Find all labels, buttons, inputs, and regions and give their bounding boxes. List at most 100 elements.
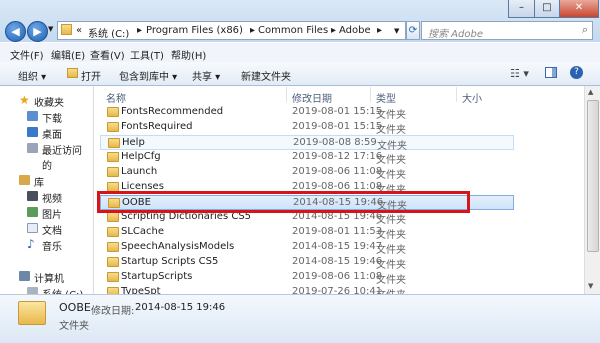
file-row[interactable]: TypeSpt 2019-07-26 10:41 文件夹 (100, 285, 514, 294)
nav-libraries[interactable]: 库 (0, 174, 90, 189)
chevron-right-icon[interactable]: ▸ (331, 25, 336, 36)
music-icon: ♪ (27, 237, 35, 251)
nav-recent[interactable]: 最近访问的 (0, 142, 90, 172)
video-icon (27, 191, 38, 201)
folder-icon (107, 152, 119, 162)
help-icon[interactable]: ? (570, 66, 583, 79)
back-arrow-icon[interactable]: ◀ (5, 21, 26, 42)
refresh-button[interactable]: ⟳ (406, 21, 420, 40)
details-date: 2014-08-15 19:46 (135, 302, 226, 313)
file-name: HelpCfg (121, 151, 161, 162)
file-date: 2019-07-26 10:41 (292, 286, 383, 294)
column-header-size[interactable]: 大小 (462, 90, 482, 105)
file-date: 2014-08-15 19:47 (292, 241, 383, 252)
preview-pane-icon[interactable] (545, 67, 557, 78)
menu-edit[interactable]: 编辑(E) (51, 47, 85, 62)
search-input[interactable]: 搜索 Adobe ⌕ (421, 21, 593, 40)
chevron-right-icon[interactable]: ▸ (377, 25, 382, 36)
nav-music[interactable]: ♪ 音乐 (0, 237, 90, 253)
download-icon (27, 111, 38, 121)
computer-icon (19, 271, 30, 281)
folder-icon (61, 24, 72, 35)
file-row[interactable]: SLCache 2019-08-01 11:53 文件夹 (100, 225, 514, 241)
library-icon (19, 175, 30, 185)
file-row[interactable]: HelpCfg 2019-08-12 17:16 文件夹 (100, 150, 514, 166)
menu-file[interactable]: 文件(F) (10, 47, 44, 62)
file-name: SpeechAnalysisModels (121, 241, 235, 252)
column-header-name[interactable]: 名称 (106, 90, 126, 105)
open-button[interactable]: 打开 (81, 68, 101, 83)
folder-icon (107, 227, 119, 237)
picture-icon (27, 207, 38, 217)
maximize-button[interactable]: □ (534, 0, 560, 18)
nav-videos[interactable]: 视频 (0, 190, 90, 205)
file-row[interactable]: SpeechAnalysisModels 2014-08-15 19:47 文件… (100, 240, 514, 256)
file-date: 2019-08-01 11:53 (292, 226, 383, 237)
file-name: Startup Scripts CS5 (121, 256, 219, 267)
folder-icon (107, 287, 119, 294)
close-button[interactable]: ✕ (559, 0, 599, 18)
file-type: 文件夹 (376, 245, 406, 256)
menu-tools[interactable]: 工具(T) (130, 47, 164, 62)
star-icon: ★ (19, 93, 30, 107)
share-button[interactable]: 共享 ▾ (192, 68, 220, 83)
folder-icon (107, 107, 119, 117)
file-row[interactable]: FontsRequired 2019-08-01 15:15 文件夹 (100, 120, 514, 136)
details-name: OOBE (59, 301, 91, 314)
column-divider[interactable] (456, 87, 457, 102)
breadcrumb-adobe[interactable]: Adobe (339, 25, 371, 36)
file-row[interactable]: Launch 2019-08-06 11:08 文件夹 (100, 165, 514, 181)
details-pane: OOBE 修改日期: 2014-08-15 19:46 文件夹 (0, 294, 600, 343)
view-options-icon[interactable]: ☷ ▾ (510, 67, 529, 80)
desktop-icon (27, 127, 38, 137)
file-row[interactable]: FontsRecommended 2019-08-01 15:15 文件夹 (100, 105, 514, 121)
navigation-pane: ★ 收藏夹 下载 桌面 最近访问的 库 视频 图片 文档 ♪ 音乐 计算机 系统… (0, 86, 94, 301)
file-date: 2019-08-01 15:15 (292, 106, 383, 117)
breadcrumb-common-files[interactable]: Common Files (258, 25, 328, 36)
file-row[interactable]: Help 2019-08-08 8:59 文件夹 (100, 135, 514, 152)
highlight-box (97, 191, 470, 213)
file-date: 2019-08-08 8:59 (293, 137, 377, 148)
folder-icon (107, 257, 119, 267)
new-folder-button[interactable]: 新建文件夹 (241, 68, 291, 83)
breadcrumb-system-c[interactable]: 系统 (C:) (88, 25, 129, 40)
search-placeholder: 搜索 Adobe (428, 29, 483, 40)
address-bar[interactable]: « 系统 (C:) ▸ Program Files (x86) ▸ Common… (57, 21, 406, 40)
file-row[interactable]: Startup Scripts CS5 2014-08-15 19:46 文件夹 (100, 255, 514, 271)
column-header-date[interactable]: 修改日期 (292, 90, 332, 105)
file-date: 2019-08-12 17:16 (292, 151, 383, 162)
folder-icon (108, 138, 120, 148)
menu-view[interactable]: 查看(V) (90, 47, 125, 62)
breadcrumb-overflow[interactable]: « (76, 25, 82, 36)
chevron-right-icon[interactable]: ▸ (250, 25, 255, 36)
scroll-up-arrow-icon[interactable]: ▲ (588, 88, 593, 96)
open-icon (67, 68, 78, 78)
forward-arrow-icon[interactable]: ▶ (27, 21, 48, 42)
scroll-thumb[interactable] (587, 100, 599, 252)
menu-help[interactable]: 帮助(H) (171, 47, 206, 62)
address-dropdown-icon[interactable]: ▼ (394, 27, 399, 35)
file-row[interactable]: StartupScripts 2019-08-06 11:08 文件夹 (100, 270, 514, 286)
nav-computer[interactable]: 计算机 (0, 270, 90, 285)
nav-documents[interactable]: 文档 (0, 222, 90, 237)
organize-button[interactable]: 组织 ▾ (18, 68, 46, 83)
vertical-scrollbar[interactable]: ▲ ▼ (584, 86, 600, 294)
file-name: FontsRequired (121, 121, 193, 132)
minimize-button[interactable]: – (508, 0, 535, 18)
scroll-down-arrow-icon[interactable]: ▼ (588, 282, 593, 290)
column-divider[interactable] (286, 87, 287, 102)
history-dropdown-icon[interactable]: ▼ (48, 25, 53, 33)
menu-bar: 文件(F) 编辑(E) 查看(V) 工具(T) 帮助(H) (0, 43, 600, 63)
nav-downloads[interactable]: 下载 (0, 110, 90, 125)
nav-favorites[interactable]: ★ 收藏夹 (0, 93, 90, 109)
nav-desktop[interactable]: 桌面 (0, 126, 90, 141)
breadcrumb-program-files[interactable]: Program Files (x86) (146, 25, 243, 36)
file-date: 2019-08-01 15:15 (292, 121, 383, 132)
chevron-right-icon[interactable]: ▸ (137, 25, 142, 36)
document-icon (27, 223, 38, 233)
column-header-type[interactable]: 类型 (376, 90, 396, 105)
include-in-library-button[interactable]: 包含到库中 ▾ (119, 68, 177, 83)
nav-pictures[interactable]: 图片 (0, 206, 90, 221)
column-divider[interactable] (370, 87, 371, 102)
file-name: FontsRecommended (121, 106, 224, 117)
